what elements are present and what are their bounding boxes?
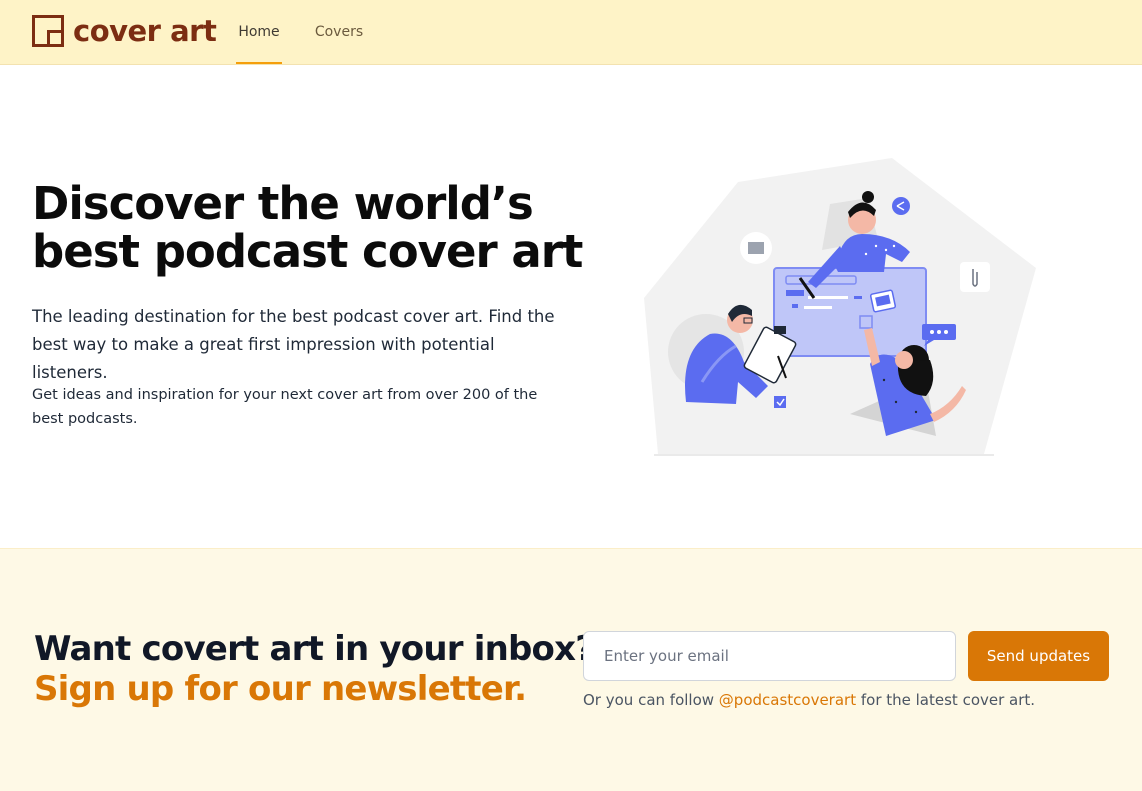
nav-home[interactable]: Home: [236, 0, 282, 64]
follow-text: Or you can follow @podcastcoverart for t…: [583, 689, 1035, 711]
nav-covers[interactable]: Covers: [312, 0, 366, 64]
logo-icon: [32, 15, 64, 47]
hero-title-line2: best podcast cover art: [32, 225, 583, 278]
follow-prefix: Or you can follow: [583, 691, 719, 709]
logo-link[interactable]: cover art: [32, 14, 217, 48]
email-input[interactable]: [583, 631, 956, 681]
send-updates-button[interactable]: Send updates: [968, 631, 1109, 681]
newsletter-heading: Want covert art in your inbox?: [34, 629, 595, 669]
team-collaboration-illustration: [644, 158, 1036, 456]
newsletter-section: Want covert art in your inbox? Sign up f…: [0, 548, 1142, 791]
logo-text: cover art: [73, 14, 217, 48]
hero-lead: The leading destination for the best pod…: [32, 307, 555, 382]
hero-title: Discover the world’s best podcast cover …: [32, 180, 592, 276]
follow-suffix: for the latest cover art.: [856, 691, 1036, 709]
hero-title-line1: Discover the world’s: [32, 177, 534, 230]
site-header: cover art Home Covers: [0, 0, 1142, 65]
hero-subtext: Get ideas and inspiration for your next …: [32, 387, 538, 427]
twitter-handle-link[interactable]: @podcastcoverart: [719, 691, 856, 709]
newsletter-subheading: Sign up for our newsletter.: [34, 669, 527, 709]
